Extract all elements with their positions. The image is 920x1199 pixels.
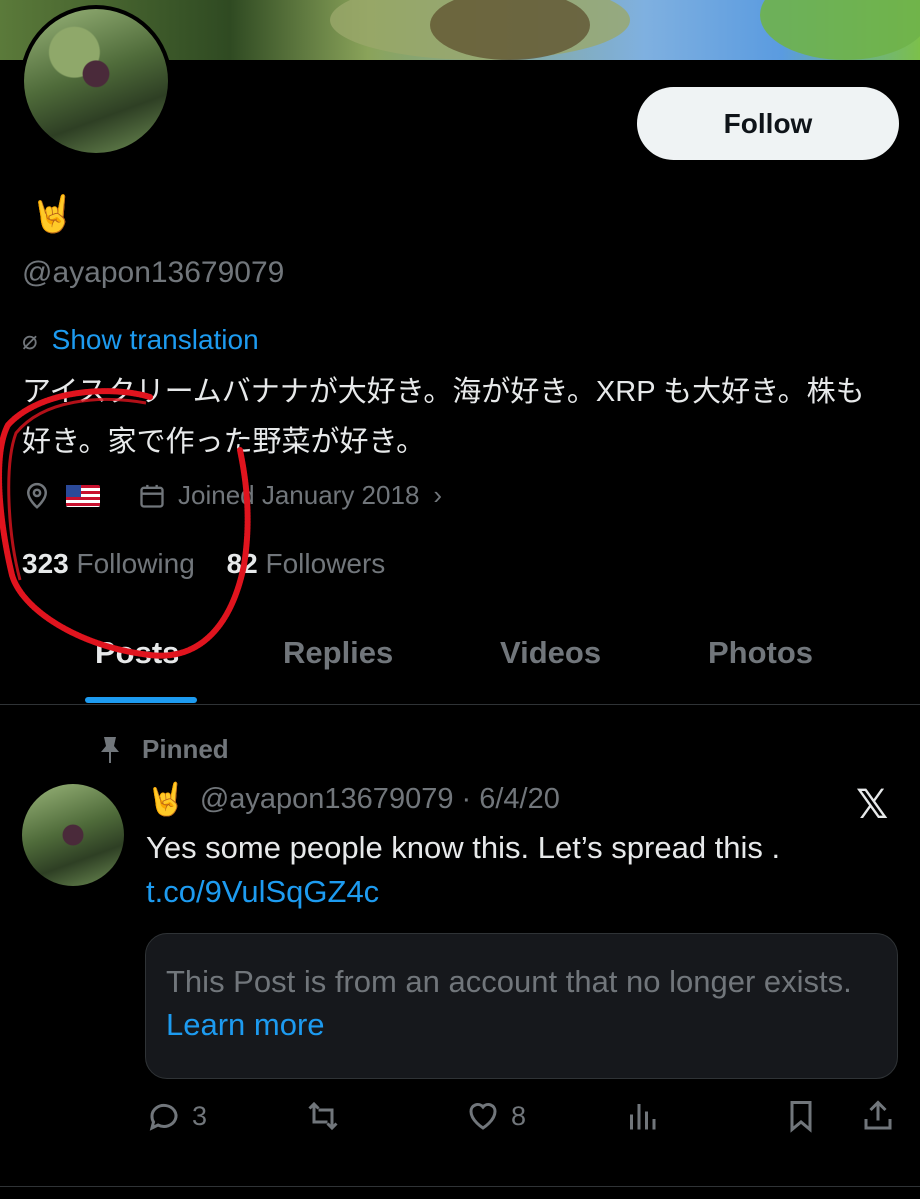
pinned-indicator: Pinned (98, 734, 229, 765)
post-link[interactable]: t.co/9VulSqGZ4c (146, 870, 906, 914)
views-button[interactable] (624, 1098, 660, 1134)
bookmark-button[interactable] (783, 1098, 819, 1134)
follow-button[interactable]: Follow (637, 87, 899, 160)
show-translation-label: Show translation (51, 324, 259, 355)
analytics-icon (630, 1104, 656, 1130)
tab-replies[interactable]: Replies (283, 635, 393, 671)
reply-icon (149, 1103, 178, 1131)
learn-more-link[interactable]: Learn more (166, 1007, 325, 1042)
location-flag (66, 484, 100, 507)
display-name-emoji: 🤘 (30, 193, 75, 234)
location-icon (26, 482, 48, 509)
unavailable-post-notice: This Post is from an account that no lon… (145, 933, 898, 1079)
active-tab-indicator (85, 697, 197, 703)
show-translation-link[interactable]: ⌀ Show translation (22, 324, 259, 356)
x-logo-icon: 𝕏 (856, 782, 889, 828)
pin-icon (101, 736, 119, 763)
heart-icon (469, 1103, 497, 1130)
post-divider (0, 1186, 920, 1187)
post-body: Yes some people know this. Let’s spread … (146, 826, 906, 914)
bookmark-icon (790, 1101, 812, 1133)
profile-bio: アイスクリームバナナが大好き。海が好き。XRP も大好き。株も好き。家で作った野… (22, 376, 865, 458)
like-count: 8 (511, 1100, 527, 1131)
profile-handle: @ayapon13679079 (22, 256, 285, 289)
avatar-image (24, 9, 168, 153)
post-author-avatar[interactable] (22, 784, 124, 886)
post-header: 🤘 @ayapon13679079 · 6/4/20 (146, 780, 560, 818)
tab-videos[interactable]: Videos (500, 635, 601, 671)
reply-count: 3 (192, 1100, 208, 1131)
profile-tabs: Posts Replies Videos Photos (0, 620, 920, 705)
repost-icon (308, 1101, 338, 1131)
like-button[interactable]: 8 (465, 1098, 526, 1134)
post-actions: 3 8 (0, 1098, 920, 1146)
chevron-right-icon[interactable]: › (433, 480, 442, 511)
reply-button[interactable]: 3 (146, 1098, 207, 1134)
following-link[interactable]: 323 Following (22, 548, 195, 579)
tab-photos[interactable]: Photos (708, 635, 813, 671)
follow-counts: 323 Following 82 Followers (22, 548, 385, 580)
calendar-icon (140, 484, 164, 508)
followers-link[interactable]: 82 Followers (227, 548, 386, 579)
profile-avatar[interactable] (20, 5, 172, 157)
post-meta[interactable]: @ayapon13679079 · 6/4/20 (200, 783, 560, 816)
repost-button[interactable] (305, 1098, 341, 1134)
post-text: Yes some people know this. Let’s spread … (146, 830, 781, 865)
post-author-emoji[interactable]: 🤘 (146, 780, 186, 818)
joined-date[interactable]: Joined January 2018 (178, 480, 419, 511)
share-icon (864, 1100, 892, 1130)
translate-icon: ⌀ (22, 324, 38, 355)
notice-text: This Post is from an account that no lon… (166, 964, 852, 999)
share-button[interactable] (860, 1098, 896, 1134)
pinned-label: Pinned (142, 734, 229, 764)
profile-meta: Joined January 2018 › (22, 480, 442, 511)
tab-posts[interactable]: Posts (95, 635, 179, 671)
